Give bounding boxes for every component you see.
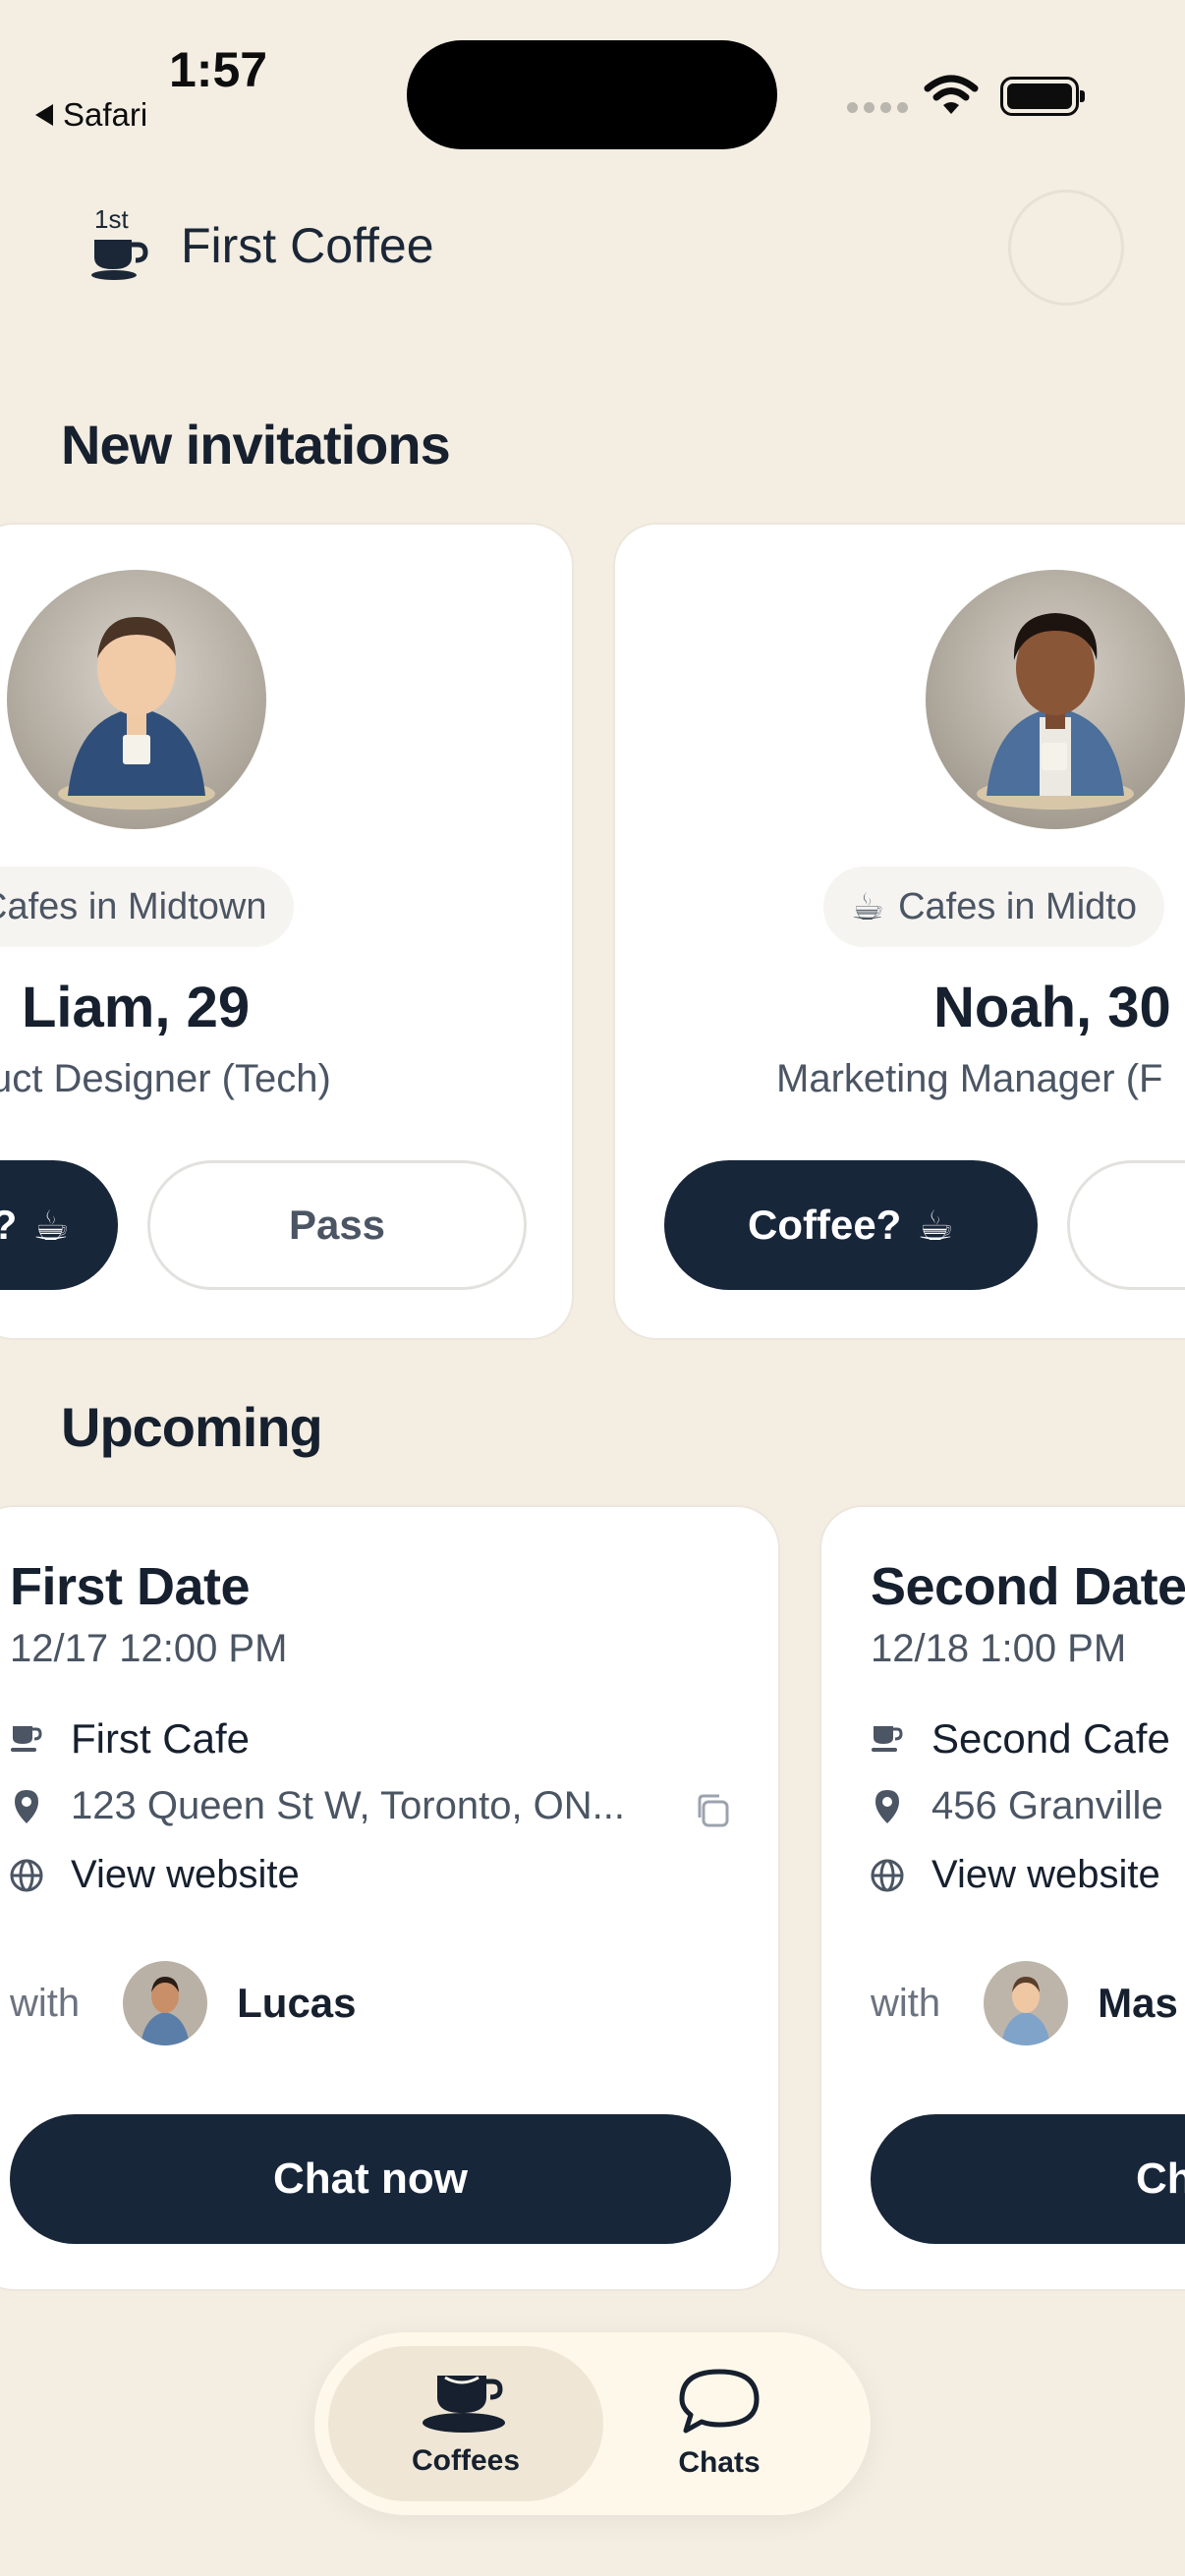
partner-row: with Lucas [10,1961,357,2045]
tab-label: Chats [678,2446,761,2479]
cafe-row: Second Cafe [869,1715,1170,1763]
chat-now-button[interactable]: Chat now [10,2114,731,2244]
coffee-invite-button[interactable]: Coffee? ☕ [664,1160,1038,1290]
status-time: 1:57 [169,42,268,97]
back-to-safari-link[interactable]: Safari [35,96,147,134]
coffee-button-label: Coffee? [0,1202,17,1249]
partner-row: with Mas [871,1961,1178,2045]
coffee-invite-button[interactable]: Coffee? ☕ [0,1160,118,1290]
with-label: with [871,1981,941,2025]
partner-avatar [123,1961,208,2045]
back-label: Safari [63,96,148,133]
cafe-name: First Cafe [71,1715,251,1762]
upcoming-date-card: Second Date 12/18 1:00 PM Second Cafe 45… [819,1505,1185,2291]
location-chip: Cafes in Midtown [0,867,295,947]
address-row: 456 Granville [869,1784,1163,1828]
website-label: View website [71,1853,300,1896]
location-chip: ☕ Cafes in Midto [823,867,1164,947]
date-time: 12/17 12:00 PM [10,1627,288,1670]
new-invitations-heading: New invitations [61,414,451,476]
app-brand: 1st First Coffee [90,204,434,283]
map-pin-icon [8,1788,45,1825]
dynamic-island [407,40,777,149]
partner-name: Lucas [237,1980,357,2026]
location-label: Cafes in Midtown [0,885,267,927]
tab-chats[interactable]: Chats [582,2346,857,2501]
map-pin-icon [869,1788,906,1825]
upcoming-date-card: First Date 12/17 12:00 PM First Cafe 123… [0,1505,780,2291]
tab-coffees[interactable]: Coffees [328,2346,603,2501]
wifi-icon [924,75,979,121]
date-time: 12/18 1:00 PM [871,1627,1127,1670]
tab-label: Coffees [411,2444,521,2477]
chat-now-button[interactable]: Ch [871,2114,1185,2244]
upcoming-heading: Upcoming [61,1396,323,1458]
cafe-name: Second Cafe [931,1715,1170,1762]
coffee-cup-icon [869,1724,906,1754]
app-title: First Coffee [181,218,434,273]
cafe-row: First Cafe [8,1715,250,1763]
invitee-role: Marketing Manager (F [776,1057,1163,1100]
coffee-emoji-icon: ☕ [851,886,885,928]
date-title: Second Date [871,1557,1185,1616]
invitee-role: uct Designer (Tech) [0,1057,331,1100]
website-label: View website [931,1853,1160,1896]
cellular-signal-icon [847,102,908,113]
battery-icon [1000,77,1085,116]
pass-button[interactable] [1067,1160,1185,1290]
logo-superscript: 1st [94,204,129,234]
chat-bubble-icon [679,2369,760,2434]
partner-name: Mas [1098,1980,1178,2026]
profile-photo [7,570,266,829]
cafe-address: 456 Granville [931,1784,1163,1827]
cafe-address: 123 Queen St W, Toronto, ON... [71,1784,626,1827]
website-link[interactable]: View website [869,1853,1160,1897]
coffee-button-label: Coffee? [748,1202,902,1248]
location-label: Cafes in Midto [898,885,1137,927]
app-screen: 1:57 Safari 1st First Coffee New invitat… [0,0,1185,2576]
invitation-card: ☕ Cafes in Midto Noah, 30 Marketing Mana… [613,523,1185,1340]
globe-icon [8,1858,45,1893]
partner-avatar [984,1961,1069,2045]
first-coffee-logo-icon: 1st [90,204,153,283]
with-label: with [10,1981,81,2025]
globe-icon [869,1858,906,1893]
copy-address-icon[interactable] [694,1792,731,1834]
invitation-card: Cafes in Midtown Liam, 29 uct Designer (… [0,523,574,1340]
address-row: 123 Queen St W, Toronto, ON... [8,1784,625,1828]
invitee-name: Noah, 30 [933,976,1171,1039]
bottom-tab-bar: Coffees Chats [314,2332,871,2515]
profile-photo [926,570,1185,829]
coffee-cup-icon [8,1724,45,1754]
coffee-cup-icon [423,2376,505,2433]
website-link[interactable]: View website [8,1853,300,1897]
coffee-emoji-icon: ☕ [32,1202,70,1249]
invitee-name: Liam, 29 [22,976,251,1039]
back-arrow-icon [35,104,53,126]
profile-avatar-button[interactable] [1008,190,1124,306]
coffee-emoji-icon: ☕ [917,1202,954,1249]
date-title: First Date [10,1557,251,1616]
pass-button[interactable]: Pass [147,1160,527,1290]
